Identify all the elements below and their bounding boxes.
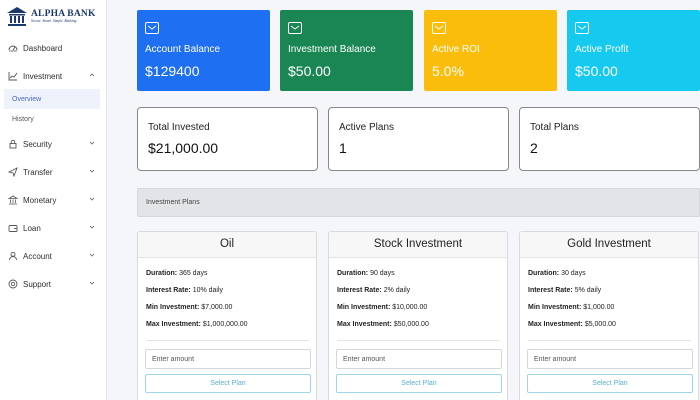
plan-duration: Duration: 90 days: [337, 270, 395, 277]
plan-card-gold-investment: Gold Investment Duration: 30 days Intere…: [519, 231, 699, 400]
plan-card-stock-investment: Stock Investment Duration: 90 days Inter…: [328, 231, 508, 400]
wallet-icon: [145, 22, 159, 34]
summary-value: $21,000.00: [148, 140, 219, 156]
summary-value: 2: [530, 140, 538, 156]
chevron-down-icon: [89, 141, 95, 145]
summary-label: Active Plans: [339, 122, 395, 133]
sidebar-subitem-history[interactable]: History: [4, 109, 100, 129]
stat-value: $50.00: [575, 63, 618, 79]
select-plan-button[interactable]: Select Plan: [527, 374, 693, 393]
brand-logo[interactable]: ALPHA BANK Secure. Smart. Simple. Bankin…: [0, 0, 106, 34]
sidebar-item-security[interactable]: Security: [0, 132, 106, 156]
stat-label: Active ROI: [432, 44, 480, 55]
summary-card-total-invested: Total Invested $21,000.00: [137, 107, 318, 171]
sidebar-item-label: Investment: [23, 71, 63, 81]
chevron-down-icon: [89, 253, 95, 257]
plan-max-investment: Max Investment: $5,000.00: [528, 321, 616, 328]
sidebar-item-investment[interactable]: Investment: [0, 64, 106, 88]
sidebar-item-label: Support: [23, 279, 52, 289]
bank-logo-icon: [7, 7, 27, 26]
stat-label: Account Balance: [145, 44, 221, 55]
sidebar-item-label: Security: [23, 139, 52, 149]
plan-interest-rate: Interest Rate: 2% daily: [337, 287, 411, 294]
plan-interest-rate: Interest Rate: 5% daily: [528, 287, 602, 294]
stat-card-active-profit: Active Profit $50.00: [567, 10, 700, 91]
bank-icon: [8, 195, 18, 205]
divider: [528, 340, 691, 341]
plan-min-investment: Min Investment: $7,000.00: [146, 304, 233, 311]
divider: [337, 340, 500, 341]
send-icon: [8, 167, 18, 177]
sidebar-item-label: Account: [23, 251, 52, 261]
user-icon: [9, 251, 17, 261]
stat-value: $50.00: [288, 63, 331, 79]
plan-min-investment: Min Investment: $1,000.00: [528, 304, 615, 311]
dashboard-icon: [8, 45, 18, 52]
chevron-down-icon: [89, 169, 95, 173]
sidebar: ALPHA BANK Secure. Smart. Simple. Bankin…: [0, 0, 107, 400]
amount-input[interactable]: [527, 349, 693, 369]
chevron-down-icon: [89, 225, 95, 229]
summary-label: Total Invested: [148, 122, 210, 133]
stat-card-investment-balance: Investment Balance $50.00: [280, 10, 413, 91]
support-icon: [8, 279, 18, 289]
stat-value: 5.0%: [432, 63, 464, 79]
sidebar-item-label: Transfer: [23, 167, 53, 177]
stat-value: $129400: [145, 63, 200, 79]
stat-label: Investment Balance: [288, 44, 376, 55]
section-title: Investment Plans: [146, 199, 200, 206]
wallet-icon: [288, 22, 302, 34]
wallet-icon: [575, 22, 589, 34]
wallet-icon: [432, 22, 446, 34]
sidebar-item-dashboard[interactable]: Dashboard: [0, 36, 106, 60]
plan-card-oil: Oil Duration: 365 days Interest Rate: 10…: [137, 231, 317, 400]
sidebar-item-label: Monetary: [23, 195, 57, 205]
plan-interest-rate: Interest Rate: 10% daily: [146, 287, 224, 294]
sidebar-item-monetary[interactable]: Monetary: [0, 188, 106, 212]
sidebar-item-support[interactable]: Support: [0, 272, 106, 296]
stat-card-account-balance: Account Balance $129400: [137, 10, 270, 91]
chevron-up-icon: [89, 73, 95, 77]
plan-max-investment: Max Investment: $50,000.00: [337, 321, 429, 328]
stat-label: Active Profit: [575, 44, 629, 55]
sidebar-item-transfer[interactable]: Transfer: [0, 160, 106, 184]
plan-title: Stock Investment: [329, 232, 507, 258]
plan-duration: Duration: 365 days: [146, 270, 208, 277]
stat-card-active-roi: Active ROI 5.0%: [424, 10, 557, 91]
chart-line-icon: [8, 72, 18, 81]
chevron-down-icon: [89, 281, 95, 285]
sidebar-subitem-label: History: [12, 115, 34, 123]
sidebar-item-label: Dashboard: [23, 43, 63, 53]
summary-card-total-plans: Total Plans 2: [519, 107, 700, 171]
brand-name: ALPHA BANK: [31, 8, 96, 19]
sidebar-item-loan[interactable]: Loan: [0, 216, 106, 240]
amount-input[interactable]: [336, 349, 502, 369]
plan-title: Oil: [138, 232, 316, 258]
sidebar-item-label: Loan: [23, 223, 41, 233]
plan-title: Gold Investment: [520, 232, 698, 258]
summary-label: Total Plans: [530, 122, 579, 133]
summary-value: 1: [339, 140, 347, 156]
sidebar-subitem-label: Overview: [12, 95, 42, 103]
sidebar-subitem-overview[interactable]: Overview: [4, 89, 100, 109]
amount-input[interactable]: [145, 349, 311, 369]
divider: [146, 340, 309, 341]
select-plan-button[interactable]: Select Plan: [145, 374, 311, 393]
summary-card-active-plans: Active Plans 1: [328, 107, 509, 171]
sidebar-item-account[interactable]: Account: [0, 244, 106, 268]
plan-min-investment: Min Investment: $10,000.00: [337, 304, 428, 311]
plan-duration: Duration: 30 days: [528, 270, 586, 277]
wallet-icon: [8, 225, 18, 232]
brand-tagline: Secure. Smart. Simple. Banking: [31, 19, 77, 24]
plan-max-investment: Max Investment: $1,000,000.00: [146, 321, 248, 328]
select-plan-button[interactable]: Select Plan: [336, 374, 502, 393]
lock-icon: [9, 139, 17, 149]
investment-plans-header: Investment Plans: [137, 188, 700, 217]
chevron-down-icon: [89, 197, 95, 201]
